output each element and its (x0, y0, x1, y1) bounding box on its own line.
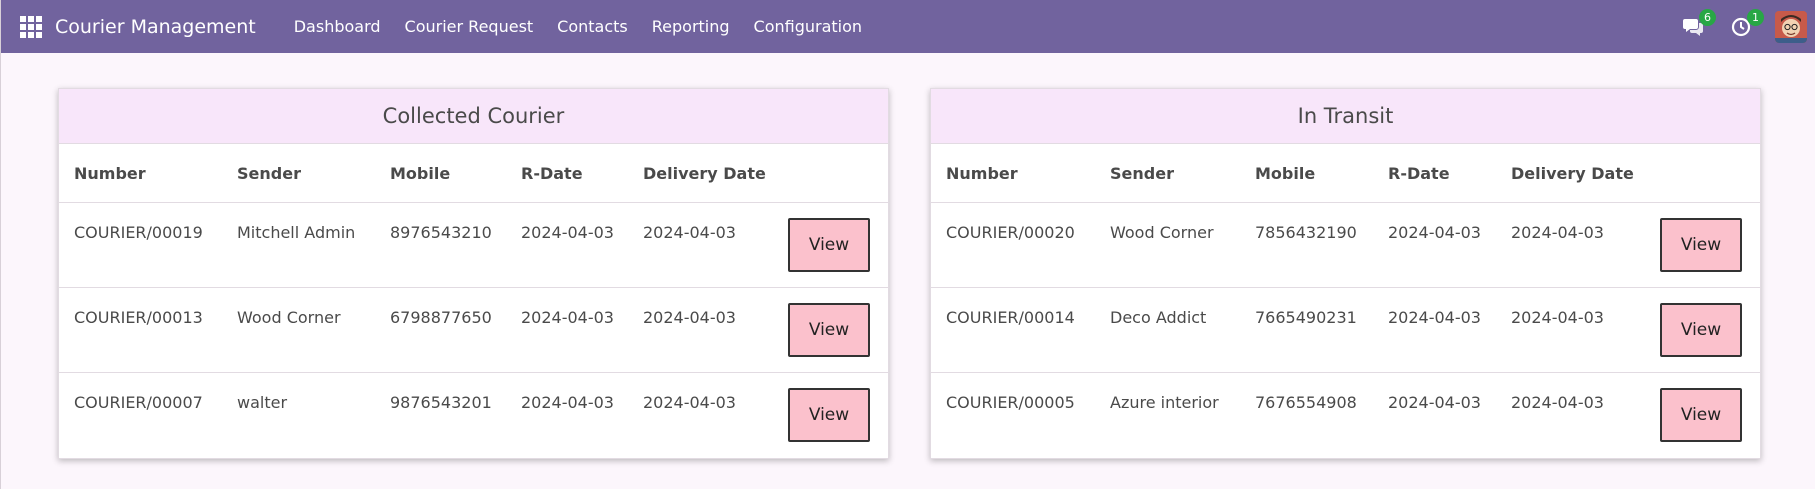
cell-action: View (773, 373, 888, 458)
cell-mobile: 6798877650 (375, 287, 506, 373)
table-row: COURIER/00014 Deco Addict 7665490231 202… (931, 287, 1760, 373)
cell-rdate: 2024-04-03 (521, 393, 614, 412)
column-header-action (773, 144, 888, 203)
cell-mobile: 7665490231 (1240, 287, 1373, 373)
cell-mobile: 9876543201 (390, 393, 492, 412)
cell-action: View (1641, 373, 1760, 458)
column-header-action (1641, 144, 1760, 203)
apps-grid-icon[interactable] (20, 15, 42, 38)
cell-number: COURIER/00019 (59, 202, 222, 288)
column-header: R-Date (1373, 144, 1496, 203)
collected-courier-card: Collected Courier Number Sender Mobile R… (58, 88, 889, 459)
view-button[interactable]: View (788, 388, 870, 442)
avatar[interactable] (1775, 10, 1807, 43)
cell-delivery-date: 2024-04-03 (1496, 202, 1641, 288)
view-button[interactable]: View (1660, 218, 1742, 272)
table-row: COURIER/00013 Wood Corner 6798877650 202… (59, 287, 888, 373)
cell-action: View (1641, 287, 1760, 373)
cell-sender: Azure interior (1110, 393, 1219, 412)
column-header: Sender (222, 144, 375, 203)
cell-rdate: 2024-04-03 (1388, 393, 1481, 412)
cell-action: View (773, 202, 888, 288)
clock-icon[interactable]: 1 (1727, 8, 1764, 41)
cell-number: COURIER/00005 (946, 393, 1075, 412)
column-header: Number (59, 144, 222, 203)
cell-sender: Wood Corner (1095, 202, 1240, 288)
chat-icon[interactable]: 6 (1679, 8, 1716, 41)
cell-mobile: 8976543210 (375, 202, 506, 288)
menu-courier-request[interactable]: Courier Request (393, 17, 546, 36)
navbar-systray: 6 1 (1679, 0, 1815, 53)
column-header: Delivery Date (628, 144, 773, 203)
table-row: COURIER/00020 Wood Corner 7856432190 202… (931, 202, 1760, 288)
menu-reporting[interactable]: Reporting (640, 17, 742, 36)
cell-sender: Wood Corner (222, 287, 375, 373)
cell-delivery-date: 2024-04-03 (1511, 393, 1604, 412)
cell-sender: Deco Addict (1095, 287, 1240, 373)
cell-number: COURIER/00013 (59, 287, 222, 373)
cell-sender: walter (237, 393, 288, 412)
cell-action: View (1641, 202, 1760, 288)
cell-delivery-date: 2024-04-03 (1496, 287, 1641, 373)
table-row: COURIER/00019 Mitchell Admin 8976543210 … (59, 202, 888, 288)
table-header-row: Number Sender Mobile R-Date Delivery Dat… (931, 144, 1760, 203)
cell-number: COURIER/00020 (931, 202, 1095, 288)
cell-rdate: 2024-04-03 (506, 202, 628, 288)
main-menu: Dashboard Courier Request Contacts Repor… (282, 17, 874, 36)
app-brand[interactable]: Courier Management (55, 16, 256, 38)
cell-rdate: 2024-04-03 (1373, 202, 1496, 288)
in-transit-card: In Transit Number Sender Mobile R-Date D… (930, 88, 1761, 459)
cell-delivery-date: 2024-04-03 (628, 202, 773, 288)
cell-number: COURIER/00007 (74, 393, 203, 412)
cell-mobile: 7676554908 (1255, 393, 1357, 412)
table-row: COURIER/00005 Azure interior 7676554908 … (931, 373, 1760, 458)
column-header: Delivery Date (1496, 144, 1641, 203)
table-header-row: Number Sender Mobile R-Date Delivery Dat… (59, 144, 888, 203)
view-button[interactable]: View (788, 218, 870, 272)
messages-badge: 6 (1699, 8, 1716, 26)
in-transit-table: Number Sender Mobile R-Date Delivery Dat… (931, 144, 1760, 458)
cell-mobile: 7856432190 (1240, 202, 1373, 288)
activity-badge: 1 (1747, 8, 1764, 26)
card-title: Collected Courier (59, 89, 888, 144)
menu-contacts[interactable]: Contacts (545, 17, 640, 36)
menu-dashboard[interactable]: Dashboard (282, 17, 393, 36)
top-navbar: Courier Management Dashboard Courier Req… (1, 0, 1815, 53)
cell-delivery-date: 2024-04-03 (643, 393, 736, 412)
view-button[interactable]: View (1660, 303, 1742, 357)
menu-configuration[interactable]: Configuration (742, 17, 875, 36)
column-header: Mobile (1240, 144, 1373, 203)
cell-action: View (773, 287, 888, 373)
view-button[interactable]: View (788, 303, 870, 357)
cell-delivery-date: 2024-04-03 (628, 287, 773, 373)
column-header: Number (931, 144, 1095, 203)
cell-number: COURIER/00014 (931, 287, 1095, 373)
card-title: In Transit (931, 89, 1760, 144)
column-header: Sender (1095, 144, 1240, 203)
column-header: Mobile (375, 144, 506, 203)
collected-courier-table: Number Sender Mobile R-Date Delivery Dat… (59, 144, 888, 458)
view-button[interactable]: View (1660, 388, 1742, 442)
cell-sender: Mitchell Admin (222, 202, 375, 288)
table-row: COURIER/00007 walter 9876543201 2024-04-… (59, 373, 888, 458)
column-header: R-Date (506, 144, 628, 203)
cell-rdate: 2024-04-03 (1373, 287, 1496, 373)
cell-rdate: 2024-04-03 (506, 287, 628, 373)
